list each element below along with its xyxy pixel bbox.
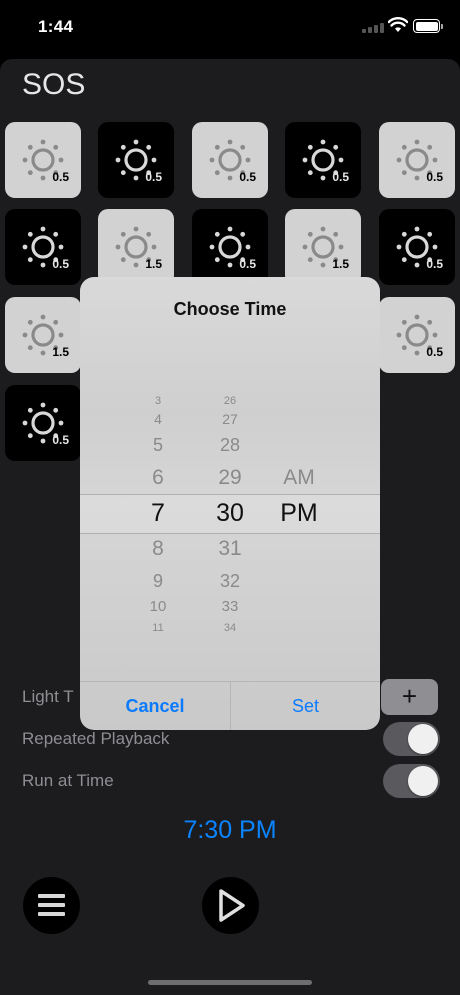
tile-duration: 0.5 bbox=[426, 345, 443, 359]
picker-minute[interactable]: 31 bbox=[200, 538, 260, 559]
picker-hour[interactable]: 10 bbox=[128, 599, 188, 614]
light-tile[interactable]: 1.5 bbox=[98, 209, 174, 285]
wifi-icon bbox=[388, 17, 408, 32]
picker-hour[interactable]: 4 bbox=[128, 412, 188, 426]
picker-minute[interactable]: 28 bbox=[200, 436, 260, 454]
scheduled-time[interactable]: 7:30 PM bbox=[0, 816, 460, 845]
tile-duration: 0.5 bbox=[239, 257, 256, 271]
repeated-playback-toggle[interactable] bbox=[383, 722, 440, 756]
light-tile[interactable]: 1.5 bbox=[285, 209, 361, 285]
tile-duration: 1.5 bbox=[332, 257, 349, 271]
tile-duration: 1.5 bbox=[52, 345, 69, 359]
picker-minute[interactable]: 30 bbox=[200, 500, 260, 526]
run-at-time-toggle[interactable] bbox=[383, 764, 440, 798]
picker-hour[interactable]: 9 bbox=[128, 572, 188, 590]
light-tile[interactable]: 0.5 bbox=[98, 122, 174, 198]
signal-icon bbox=[362, 23, 384, 33]
picker-hour[interactable]: 3 bbox=[128, 395, 188, 407]
light-tile[interactable]: 0.5 bbox=[192, 122, 268, 198]
picker-hour[interactable]: 11 bbox=[128, 622, 188, 634]
picker-hour[interactable]: 5 bbox=[128, 436, 188, 454]
run-at-time-label: Run at Time bbox=[22, 771, 114, 790]
cancel-button[interactable]: Cancel bbox=[80, 682, 230, 730]
picker-minute[interactable]: 32 bbox=[200, 572, 260, 590]
light-tile[interactable]: 0.5 bbox=[5, 122, 81, 198]
page-title: SOS bbox=[22, 68, 86, 101]
picker-hour[interactable]: 7 bbox=[128, 500, 188, 526]
light-tile[interactable]: 0.5 bbox=[285, 122, 361, 198]
status-bar: 1:44 bbox=[0, 0, 460, 54]
light-tile[interactable]: 0.5 bbox=[379, 209, 455, 285]
tile-duration: 0.5 bbox=[239, 170, 256, 184]
play-button[interactable] bbox=[202, 877, 259, 934]
repeated-playback-label: Repeated Playback bbox=[22, 729, 170, 748]
picker-minute[interactable]: 26 bbox=[200, 395, 260, 407]
hamburger-icon bbox=[38, 894, 65, 898]
picker-period[interactable]: AM bbox=[269, 467, 329, 488]
picker-hour[interactable]: 6 bbox=[128, 467, 188, 488]
picker-hour[interactable]: 8 bbox=[128, 538, 188, 559]
tile-duration: 1.5 bbox=[145, 257, 162, 271]
battery-icon bbox=[413, 19, 443, 33]
light-time-label: Light T bbox=[22, 687, 74, 706]
tile-duration: 0.5 bbox=[145, 170, 162, 184]
light-tile[interactable]: 1.5 bbox=[5, 297, 81, 373]
light-tile[interactable]: 0.5 bbox=[5, 385, 81, 461]
menu-button[interactable] bbox=[23, 877, 80, 934]
light-tile[interactable]: 0.5 bbox=[5, 209, 81, 285]
play-icon bbox=[219, 889, 245, 922]
dialog-button-bar: Cancel Set bbox=[80, 681, 380, 730]
picker-period[interactable]: PM bbox=[269, 500, 329, 526]
home-indicator bbox=[148, 980, 312, 985]
tile-duration: 0.5 bbox=[426, 170, 443, 184]
status-time: 1:44 bbox=[38, 17, 74, 36]
light-tile[interactable]: 0.5 bbox=[379, 122, 455, 198]
picker-minute[interactable]: 34 bbox=[200, 622, 260, 634]
tile-duration: 0.5 bbox=[52, 257, 69, 271]
light-tile[interactable]: 0.5 bbox=[379, 297, 455, 373]
tile-duration: 0.5 bbox=[332, 170, 349, 184]
picker-minute[interactable]: 27 bbox=[200, 412, 260, 426]
add-light-button[interactable]: + bbox=[381, 679, 438, 715]
dialog-title: Choose Time bbox=[173, 299, 287, 319]
tile-duration: 0.5 bbox=[426, 257, 443, 271]
picker-minute[interactable]: 29 bbox=[200, 467, 260, 488]
picker-minute[interactable]: 33 bbox=[200, 599, 260, 614]
tile-duration: 0.5 bbox=[52, 170, 69, 184]
choose-time-dialog: Choose Time 3 4 5 6 7 8 9 10 11 26 27 28 29 30 31 32 33 3… bbox=[80, 277, 380, 730]
light-tile[interactable]: 0.5 bbox=[192, 209, 268, 285]
tile-duration: 0.5 bbox=[52, 433, 69, 447]
set-button[interactable]: Set bbox=[231, 682, 380, 730]
